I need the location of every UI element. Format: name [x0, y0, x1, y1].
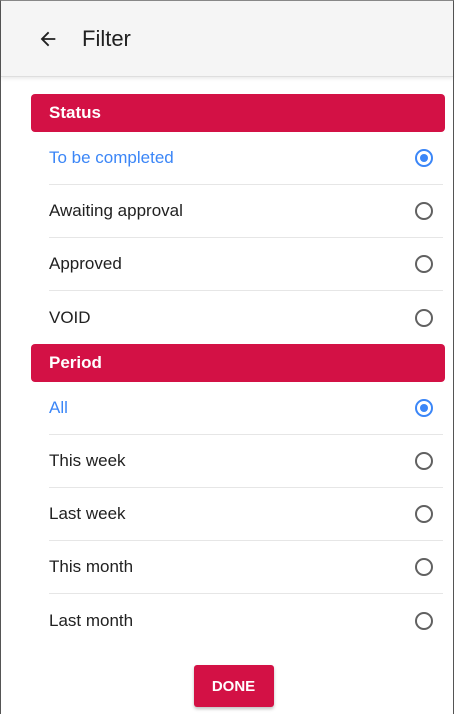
option-label: Last month [49, 610, 134, 630]
radio-unselected-icon[interactable] [415, 558, 433, 576]
status-option-approved[interactable]: Approved [49, 238, 443, 291]
option-label: This week [49, 451, 126, 470]
period-option-this-week[interactable]: This week [49, 435, 443, 488]
period-section-header: Period [31, 344, 445, 382]
page-title: Filter [82, 25, 131, 51]
arrow-left-icon [40, 31, 56, 46]
option-label: VOID [49, 307, 91, 327]
option-label: Approved [49, 254, 122, 273]
option-label: To be completed [49, 148, 174, 167]
option-label: All [49, 398, 68, 417]
status-option-to-be-completed[interactable]: To be completed [49, 132, 443, 185]
app-bar: Filter [1, 1, 453, 77]
status-section-header: Status [31, 94, 445, 132]
status-options-list: To be completed Awaiting approval Approv… [49, 132, 443, 344]
radio-selected-icon[interactable] [415, 149, 433, 167]
radio-unselected-icon[interactable] [415, 202, 433, 220]
period-options-list: All This week Last week This month Last … [49, 382, 443, 647]
period-option-this-month[interactable]: This month [49, 541, 443, 594]
status-option-awaiting-approval[interactable]: Awaiting approval [49, 185, 443, 238]
period-option-last-week[interactable]: Last week [49, 488, 443, 541]
done-button-container: DONE [1, 665, 453, 707]
radio-unselected-icon[interactable] [415, 452, 433, 470]
radio-unselected-icon[interactable] [415, 308, 433, 327]
period-option-last-month[interactable]: Last month [49, 594, 443, 647]
radio-unselected-icon[interactable] [415, 611, 433, 630]
status-option-void[interactable]: VOID [49, 291, 443, 344]
back-button[interactable] [28, 19, 68, 59]
period-option-all[interactable]: All [49, 382, 443, 435]
radio-unselected-icon[interactable] [415, 505, 433, 523]
filter-screen: Filter Status To be completed Awaiting a… [0, 0, 454, 714]
option-label: Last week [49, 504, 126, 523]
option-label: Awaiting approval [49, 201, 183, 220]
radio-selected-icon[interactable] [415, 399, 433, 417]
radio-unselected-icon[interactable] [415, 255, 433, 273]
done-button[interactable]: DONE [193, 665, 274, 707]
option-label: This month [49, 557, 134, 576]
